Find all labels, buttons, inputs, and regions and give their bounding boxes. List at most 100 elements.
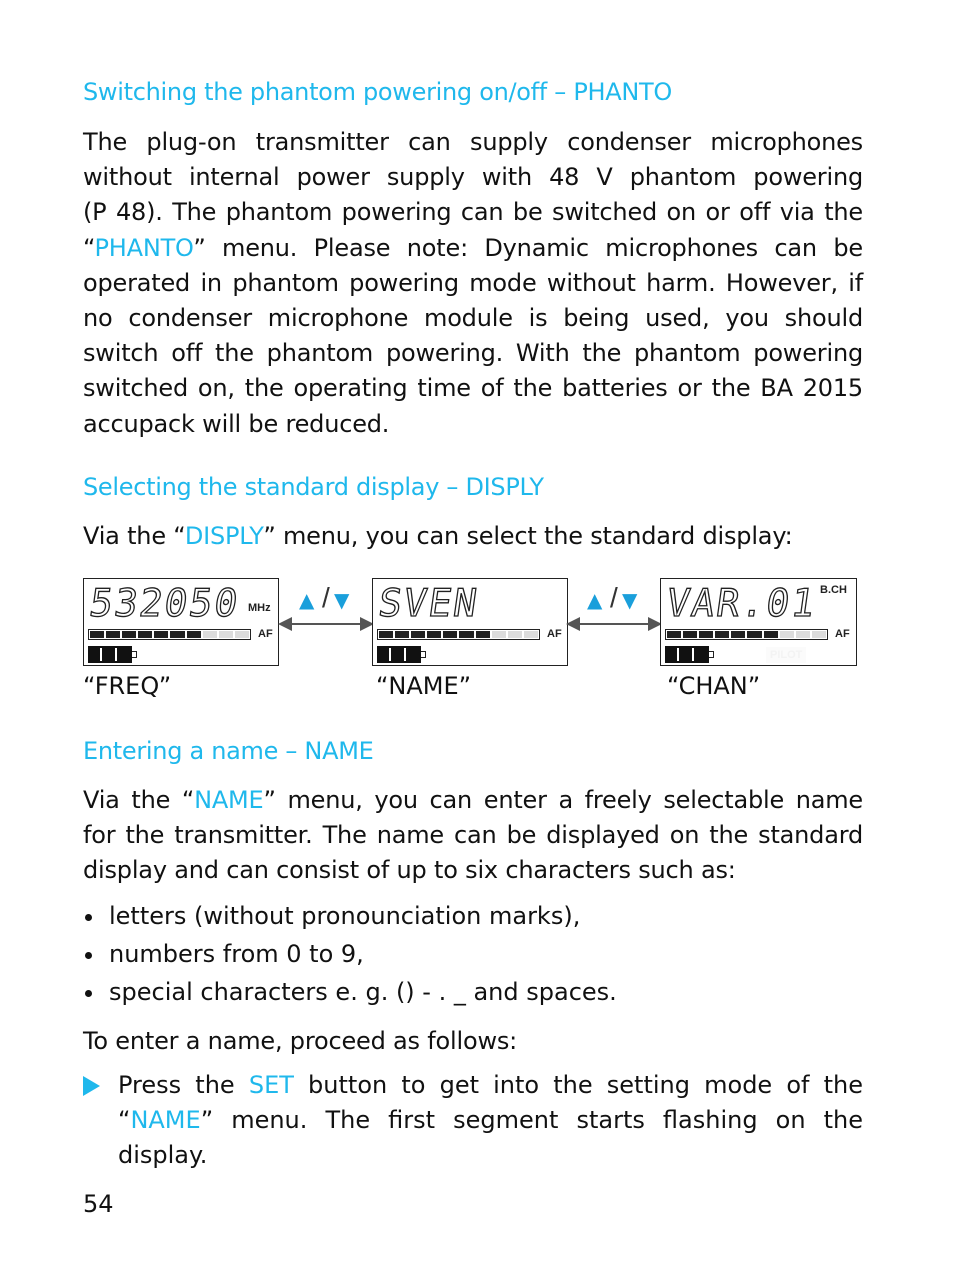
af-label: AF bbox=[835, 628, 850, 640]
af-segment-on bbox=[683, 631, 698, 638]
heading-phantom: Switching the phantom powering on/off – … bbox=[83, 78, 672, 106]
lcd-display-name: SVEN AF bbox=[372, 578, 568, 666]
battery-cap bbox=[132, 651, 137, 658]
double-arrow-icon bbox=[566, 617, 662, 631]
menu-name-disply: DISPLY bbox=[184, 522, 264, 550]
bullet-icon bbox=[85, 990, 92, 997]
af-segment-on bbox=[106, 631, 121, 638]
battery-cap bbox=[421, 651, 426, 658]
text-line: (P 48). The phantom powering can be swit… bbox=[83, 198, 863, 227]
name-paragraph: Via the “NAME” menu, you can enter a fre… bbox=[83, 783, 863, 889]
text-line: switch off the phantom powering. With th… bbox=[83, 339, 863, 368]
text-line: The plug-on transmitter can supply conde… bbox=[83, 128, 863, 156]
instruction-step: Press the SET button to get into the set… bbox=[83, 1068, 863, 1174]
af-segment-off bbox=[811, 631, 826, 638]
af-segment-off bbox=[507, 631, 522, 638]
list-item: special characters e. g. () - . _ and sp… bbox=[83, 973, 617, 1011]
slash: / bbox=[322, 582, 330, 613]
text-line: “PHANTO” menu. Please note: Dynamic micr… bbox=[83, 233, 863, 262]
af-segment-on bbox=[138, 631, 153, 638]
text-line: Via the “NAME” menu, you can enter a fre… bbox=[83, 786, 863, 814]
af-segment-off bbox=[218, 631, 233, 638]
character-list: letters (without pronounciation marks), … bbox=[83, 897, 617, 1011]
text-line: accupack will be reduced. bbox=[83, 409, 390, 438]
af-segment-on bbox=[411, 631, 426, 638]
segment-readout: SVEN bbox=[375, 580, 482, 625]
list-item: letters (without pronounciation marks), bbox=[83, 897, 617, 935]
navigate-up-down-icon: ▲ / ▼ bbox=[566, 582, 662, 636]
text-line: without internal power supply with 48 V … bbox=[83, 163, 863, 192]
text-line: Press the SET button to get into the set… bbox=[118, 1071, 864, 1099]
af-segment-on bbox=[395, 631, 410, 638]
menu-name-name: NAME bbox=[130, 1106, 201, 1135]
pilot-indicator: PILOT bbox=[766, 647, 807, 663]
af-segment-off bbox=[795, 631, 810, 638]
battery-icon bbox=[377, 646, 421, 663]
af-level-meter bbox=[88, 629, 251, 640]
button-name-set: SET bbox=[248, 1071, 294, 1099]
af-segment-on bbox=[90, 631, 105, 638]
bullet-icon bbox=[85, 914, 92, 921]
af-segment-on bbox=[731, 631, 746, 638]
caption-chan: “CHAN” bbox=[667, 672, 761, 700]
bank-channel-label: B.CH bbox=[820, 584, 847, 596]
navigate-up-down-icon: ▲ / ▼ bbox=[278, 582, 374, 636]
af-segment-on bbox=[443, 631, 458, 638]
segment-readout: 532050 bbox=[86, 580, 243, 625]
list-item: numbers from 0 to 9, bbox=[83, 935, 617, 973]
af-label: AF bbox=[258, 628, 273, 640]
page-number: 54 bbox=[83, 1190, 114, 1218]
slash: / bbox=[610, 582, 618, 613]
af-segment-off bbox=[202, 631, 217, 638]
af-segment-on bbox=[699, 631, 714, 638]
af-segment-on bbox=[170, 631, 185, 638]
down-triangle-icon: ▼ bbox=[622, 588, 638, 612]
up-triangle-icon: ▲ bbox=[587, 588, 603, 612]
af-segment-on bbox=[715, 631, 730, 638]
af-segment-on bbox=[763, 631, 778, 638]
down-triangle-icon: ▼ bbox=[334, 588, 350, 612]
phantom-paragraph: The plug-on transmitter can supply conde… bbox=[83, 125, 863, 442]
battery-icon bbox=[88, 646, 132, 663]
af-level-meter bbox=[377, 629, 540, 640]
text-line: operated in phantom powering mode withou… bbox=[83, 268, 863, 297]
double-arrow-icon bbox=[278, 617, 374, 631]
text-line: for the transmitter. The name can be dis… bbox=[83, 821, 863, 850]
battery-cap bbox=[709, 651, 714, 658]
lcd-display-freq: 532050 MHz AF bbox=[83, 578, 279, 666]
af-segment-on bbox=[427, 631, 442, 638]
af-segment-on bbox=[122, 631, 137, 638]
caption-freq: “FREQ” bbox=[83, 672, 172, 700]
menu-name-name: NAME bbox=[194, 786, 264, 814]
af-segment-on bbox=[747, 631, 762, 638]
af-segment-on bbox=[459, 631, 474, 638]
text-line: switched on, the operating time of the b… bbox=[83, 374, 863, 403]
caption-name: “NAME” bbox=[376, 672, 472, 700]
af-segment-on bbox=[379, 631, 394, 638]
af-segment-on bbox=[475, 631, 490, 638]
af-segment-off bbox=[491, 631, 506, 638]
text-line: no condenser microphone module is being … bbox=[83, 304, 863, 333]
text-line: display. bbox=[118, 1141, 208, 1170]
up-triangle-icon: ▲ bbox=[299, 588, 315, 612]
text-line: “NAME” menu. The first segment starts fl… bbox=[118, 1106, 863, 1135]
unit-label: MHz bbox=[248, 602, 271, 614]
af-segment-off bbox=[234, 631, 249, 638]
play-arrow-icon bbox=[83, 1076, 100, 1096]
af-level-meter bbox=[665, 629, 828, 640]
bullet-icon bbox=[85, 952, 92, 959]
segment-readout: VAR.01 bbox=[663, 580, 820, 625]
proceed-text: To enter a name, proceed as follows: bbox=[83, 1027, 518, 1055]
lcd-display-chan: VAR.01 B.CH AF PILOT bbox=[660, 578, 857, 666]
disply-intro: Via the “DISPLY” menu, you can select th… bbox=[83, 522, 793, 550]
af-segment-on bbox=[667, 631, 682, 638]
af-segment-off bbox=[779, 631, 794, 638]
af-segment-on bbox=[154, 631, 169, 638]
heading-name: Entering a name – NAME bbox=[83, 737, 374, 765]
text-line: display and can consist of up to six cha… bbox=[83, 856, 736, 885]
heading-disply: Selecting the standard display – DISPLY bbox=[83, 473, 544, 501]
af-label: AF bbox=[547, 628, 562, 640]
menu-name-phanto: PHANTO bbox=[94, 233, 194, 262]
battery-icon bbox=[665, 646, 709, 663]
af-segment-off bbox=[523, 631, 538, 638]
